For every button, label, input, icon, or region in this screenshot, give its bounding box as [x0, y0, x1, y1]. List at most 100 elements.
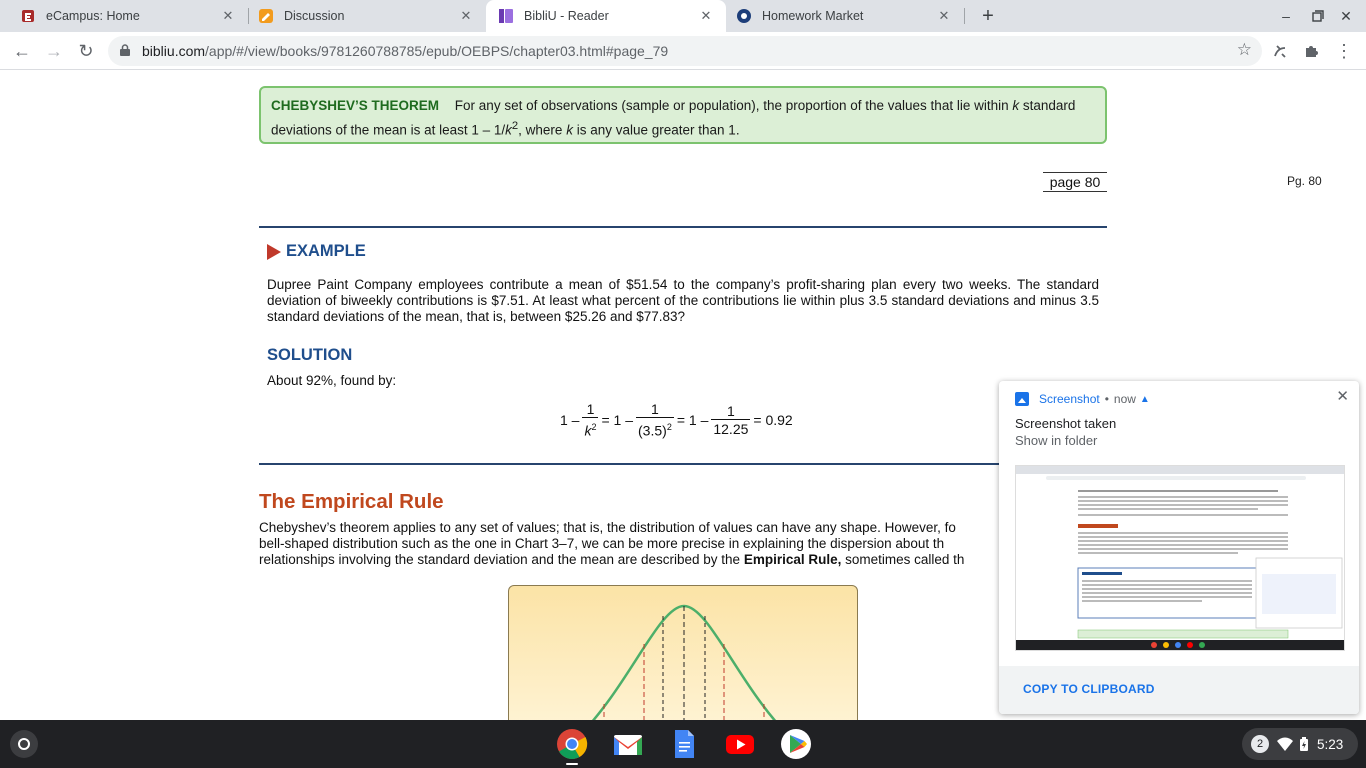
bibliu-icon — [499, 9, 513, 23]
notification-title: Screenshot taken — [1015, 416, 1117, 431]
tab-title: eCampus: Home — [46, 9, 140, 23]
notification-count-badge: 2 — [1251, 735, 1269, 753]
example-heading: EXAMPLE — [267, 242, 366, 261]
launcher-icon[interactable] — [10, 730, 38, 758]
forward-arrow-icon[interactable]: → — [42, 39, 66, 63]
wifi-icon — [1277, 737, 1293, 751]
fraction-numerator: 1 — [726, 402, 735, 419]
text-line: relationships involving the standard dev… — [259, 552, 1019, 568]
close-window-icon[interactable]: ✕ — [1336, 6, 1356, 26]
copy-to-clipboard-button[interactable]: COPY TO CLIPBOARD — [999, 666, 1359, 714]
chevron-up-icon[interactable]: ▲ — [1140, 394, 1150, 405]
text-span: sometimes called th — [845, 552, 965, 567]
triangle-icon — [267, 243, 281, 260]
den-sup: 2 — [666, 421, 672, 432]
close-icon[interactable]: ✕ — [934, 8, 954, 24]
screenshot-thumbnail[interactable] — [1015, 465, 1345, 651]
tab-title: Discussion — [284, 9, 345, 23]
copy-to-clipboard-label: COPY TO CLIPBOARD — [1023, 682, 1155, 696]
homework-market-icon — [737, 9, 751, 23]
tab-title: BibliU - Reader — [524, 9, 609, 23]
theorem-box: CHEBYSHEV’S THEOREM For any set of obser… — [259, 86, 1107, 144]
solution-formula: 1 – 1 k2 = 1 – 1 (3.5)2 = 1 – 1 12.25 = … — [560, 400, 793, 440]
fraction-2: 1 (3.5)2 — [636, 401, 674, 440]
docs-icon[interactable] — [668, 728, 700, 760]
back-arrow-icon[interactable]: ← — [10, 39, 34, 63]
ecampus-icon — [22, 10, 34, 22]
screenshot-preview-image — [1016, 466, 1344, 650]
notification-time: now — [1113, 392, 1136, 406]
tab-ecampus[interactable]: eCampus: Home ✕ — [0, 0, 248, 32]
bell-curve-graphic — [591, 604, 777, 720]
formula-term: = 1 – — [676, 412, 709, 428]
screenshot-notification[interactable]: Screenshot • now ▲ ✕ Screenshot taken Sh… — [999, 381, 1359, 714]
clock: 5:23 — [1317, 736, 1344, 752]
notification-header[interactable]: Screenshot • now ▲ — [1015, 392, 1150, 406]
fraction-denominator: (3.5)2 — [636, 416, 674, 440]
theorem-heading: CHEBYSHEV’S THEOREM — [271, 98, 440, 113]
theorem-text: , where — [518, 122, 563, 138]
den-value: (3.5) — [638, 422, 667, 439]
show-in-folder-link[interactable]: Show in folder — [1015, 433, 1097, 448]
chrome-icon[interactable] — [556, 728, 588, 760]
extension-icon[interactable] — [1268, 39, 1292, 63]
system-shelf: 2 5:23 — [0, 720, 1366, 768]
empirical-rule-heading: The Empirical Rule — [259, 490, 444, 513]
formula-result: = 0.92 — [753, 412, 793, 428]
section-divider — [259, 463, 1107, 465]
solution-text: About 92%, found by: — [267, 373, 397, 388]
notification-separator: • — [1104, 392, 1109, 406]
theorem-k: k — [505, 122, 512, 138]
tab-divider — [964, 8, 965, 24]
close-icon[interactable]: ✕ — [696, 8, 716, 24]
minimize-icon[interactable]: – — [1276, 6, 1296, 26]
image-icon — [1015, 392, 1029, 406]
example-heading-text: EXAMPLE — [286, 242, 366, 260]
empirical-rule-text: Chebyshev’s theorem applies to any set o… — [259, 520, 1019, 568]
text-line: bell-shaped distribution such as the one… — [259, 536, 945, 551]
url-host: bibliu.com — [142, 43, 206, 59]
solution-heading: SOLUTION — [267, 346, 353, 364]
text-span: relationships involving the standard dev… — [259, 552, 741, 567]
url-text: bibliu.com/app/#/view/books/978126078878… — [142, 43, 668, 59]
close-icon[interactable]: ✕ — [456, 8, 476, 24]
status-tray[interactable]: 2 5:23 — [1242, 728, 1358, 760]
url-path: /app/#/view/books/9781260788785/epub/OEB… — [205, 43, 669, 59]
extensions-puzzle-icon[interactable] — [1300, 39, 1324, 63]
fraction-3: 1 12.25 — [711, 402, 751, 438]
page-number-box: page 80 — [1043, 172, 1107, 192]
bookmark-star-icon[interactable]: ☆ — [1237, 40, 1252, 60]
gmail-icon[interactable] — [612, 728, 644, 760]
fraction-numerator: 1 — [651, 400, 659, 417]
tab-homework-market[interactable]: Homework Market ✕ — [726, 0, 964, 32]
fraction-denominator: 12.25 — [711, 418, 751, 437]
fraction-denominator: k2 — [582, 416, 599, 440]
formula-term: 1 – — [560, 412, 580, 428]
formula-term: = 1 – — [601, 412, 634, 428]
section-divider — [259, 226, 1107, 228]
battery-icon — [1300, 737, 1308, 751]
tab-bibliu-reader[interactable]: BibliU - Reader ✕ — [486, 0, 726, 32]
discussion-icon — [259, 9, 273, 23]
tab-discussion[interactable]: Discussion ✕ — [248, 0, 486, 32]
theorem-k: k — [566, 122, 573, 138]
lock-icon — [120, 44, 130, 56]
text-line: Chebyshev’s theorem applies to any set o… — [259, 520, 956, 535]
restore-icon[interactable] — [1308, 6, 1328, 26]
notification-app-name: Screenshot — [1039, 392, 1100, 406]
play-store-icon[interactable] — [780, 728, 812, 760]
close-icon[interactable]: ✕ — [1336, 387, 1349, 405]
close-icon[interactable]: ✕ — [218, 8, 238, 24]
bell-curve-chart — [508, 585, 858, 720]
example-text: Dupree Paint Company employees contribut… — [267, 277, 1099, 324]
reload-icon[interactable]: ↻ — [74, 39, 98, 63]
active-app-indicator — [566, 763, 578, 765]
address-bar[interactable]: bibliu.com/app/#/view/books/978126078878… — [108, 36, 1262, 66]
new-tab-button[interactable]: + — [976, 4, 1000, 28]
youtube-icon[interactable] — [724, 728, 756, 760]
menu-kebab-icon[interactable]: ⋮ — [1332, 39, 1356, 63]
tab-title: Homework Market — [762, 9, 864, 23]
den-sup: 2 — [591, 421, 597, 432]
fraction-numerator: 1 — [586, 400, 595, 417]
theorem-k: k — [1012, 98, 1020, 113]
